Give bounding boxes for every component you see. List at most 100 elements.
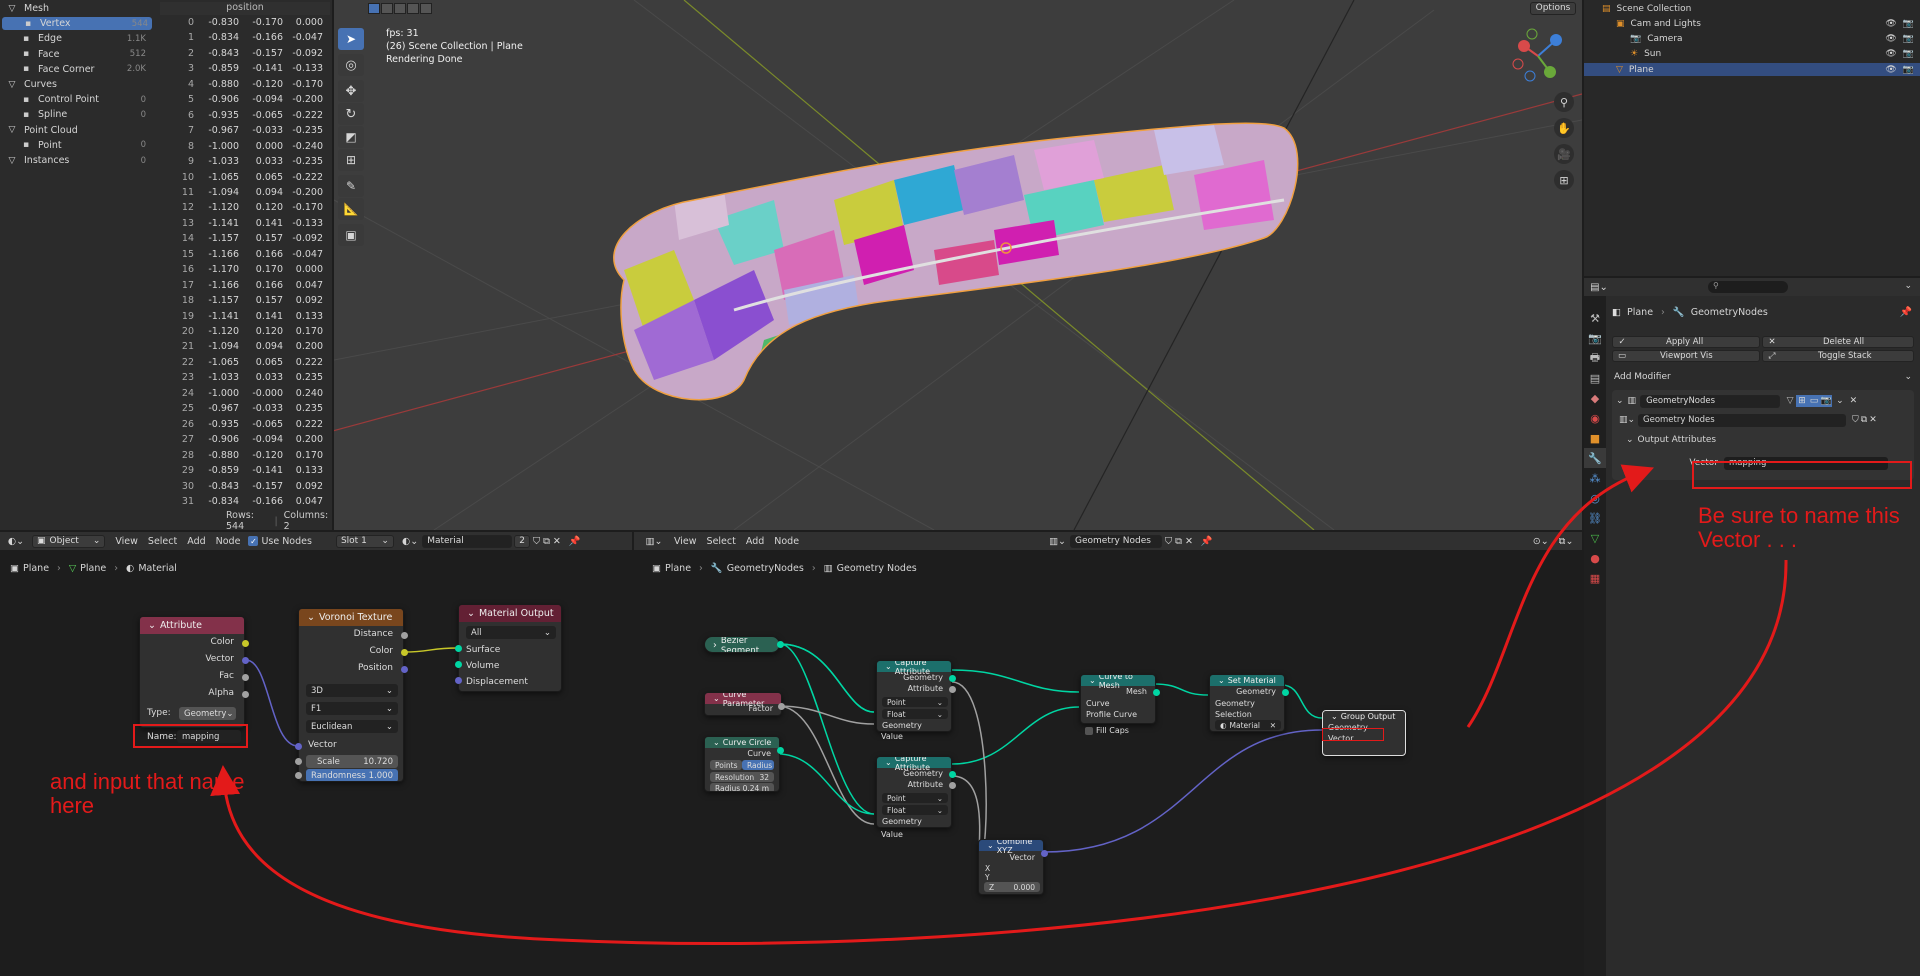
- socket-cap1-geo-out[interactable]: [949, 675, 956, 682]
- geometry-node-editor[interactable]: ▣ Plane › 🔧 GeometryNodes › ▥ Geometry N…: [634, 552, 1582, 976]
- close-icon[interactable]: ✕: [1270, 721, 1276, 730]
- spreadsheet-tree-item[interactable]: ▽ Mesh: [0, 2, 150, 15]
- node-menu[interactable]: Node: [216, 536, 241, 547]
- metric-dropdown[interactable]: Euclidean ⌄: [306, 720, 398, 733]
- visibility-eye-icon[interactable]: 👁: [1885, 19, 1896, 29]
- curve-circle-node[interactable]: ⌄ Curve Circle Curve Points Radius Resolu…: [704, 736, 780, 792]
- socket-color[interactable]: [242, 640, 249, 647]
- output-tab-icon[interactable]: 🖶: [1584, 348, 1606, 368]
- socket-surface[interactable]: [455, 645, 462, 652]
- viewport-vis-button[interactable]: ▭ Viewport Vis: [1612, 350, 1760, 362]
- socket-cap2-attr-out[interactable]: [949, 782, 956, 789]
- curve-parameter-node[interactable]: ⌄ Curve Parameter Factor: [704, 692, 782, 716]
- options-dropdown[interactable]: Options: [1530, 2, 1576, 15]
- points-mode-button[interactable]: Points: [710, 760, 742, 770]
- duplicate-icon[interactable]: ⧉: [1175, 536, 1182, 547]
- visibility-eye-icon[interactable]: 👁: [1885, 49, 1896, 59]
- world-tab-icon[interactable]: ◉: [1584, 408, 1606, 428]
- constraints-tab-icon[interactable]: ⛓: [1584, 508, 1606, 528]
- render-tab-icon[interactable]: 📷: [1584, 328, 1606, 348]
- resolution-field[interactable]: Resolution 32: [710, 772, 774, 782]
- render-toggle-icon[interactable]: 📷: [1820, 395, 1833, 407]
- data-type-dropdown[interactable]: Float ⌄: [882, 805, 948, 815]
- output-attributes-subpanel[interactable]: ⌄ Output Attributes: [1626, 435, 1716, 445]
- set-material-node[interactable]: ⌄ Set Material Geometry Geometry Selectio…: [1209, 674, 1285, 732]
- data-type-dropdown[interactable]: Float ⌄: [882, 709, 948, 719]
- socket-volume[interactable]: [455, 661, 462, 668]
- zoom-icon[interactable]: ⚲: [1554, 92, 1574, 112]
- navigation-gizmo[interactable]: [1510, 28, 1566, 84]
- render-visibility-icon[interactable]: 📷: [1903, 65, 1914, 75]
- radius-mode-button[interactable]: Radius: [742, 760, 774, 770]
- view-menu[interactable]: View: [115, 536, 138, 547]
- object-mode-dropdown[interactable]: ▣ Object ⌄: [32, 534, 106, 548]
- fake-user-icon[interactable]: ⛉: [1165, 536, 1172, 547]
- material-field[interactable]: ◐ Material ✕: [1215, 720, 1281, 730]
- socket-scale[interactable]: [295, 758, 302, 765]
- socket-displacement[interactable]: [455, 677, 462, 684]
- unlink-icon[interactable]: ✕: [553, 536, 561, 547]
- edit-mode-toggle-icon[interactable]: ▽: [1784, 395, 1796, 407]
- remove-modifier-icon[interactable]: ✕: [1850, 396, 1858, 406]
- socket-randomness[interactable]: [295, 772, 302, 779]
- annotate-tool-icon[interactable]: ✎: [338, 175, 364, 197]
- modifier-tab-icon[interactable]: 🔧: [1584, 448, 1606, 468]
- fake-user-icon[interactable]: ⛉: [1852, 415, 1859, 425]
- render-visibility-icon[interactable]: 📷: [1903, 19, 1914, 29]
- column-header-position[interactable]: position: [160, 2, 330, 15]
- socket-cap2-geo-out[interactable]: [949, 771, 956, 778]
- 3d-viewport[interactable]: fps: 31 (26) Scene Collection | Plane Re…: [334, 0, 1582, 530]
- material-browse-icon[interactable]: ◐⌄: [402, 536, 418, 547]
- add-menu[interactable]: Add: [746, 536, 764, 547]
- use-nodes-checkbox[interactable]: ✓ Use Nodes: [248, 536, 312, 547]
- socket-cap1-attr-out[interactable]: [949, 686, 956, 693]
- select-menu[interactable]: Select: [148, 536, 177, 547]
- socket-mesh-out[interactable]: [1153, 689, 1160, 696]
- unlink-icon[interactable]: ✕: [1869, 415, 1877, 425]
- slot-dropdown[interactable]: Slot 1 ⌄: [335, 534, 394, 548]
- move-tool-icon[interactable]: ✥: [338, 80, 364, 102]
- dimensions-dropdown[interactable]: 3D ⌄: [306, 684, 398, 697]
- z-field[interactable]: Z 0.000: [984, 882, 1040, 892]
- select-intersect-icon[interactable]: [420, 2, 432, 14]
- node-menu[interactable]: Node: [774, 536, 799, 547]
- capture-attribute-node-2[interactable]: ⌄ Capture Attribute Geometry Attribute Po…: [876, 756, 952, 828]
- texture-tab-icon[interactable]: ▦: [1584, 568, 1606, 588]
- snap-icon[interactable]: ⧉⌄: [1559, 536, 1574, 547]
- duplicate-icon[interactable]: ⧉: [1861, 415, 1867, 425]
- perspective-grid-icon[interactable]: ⊞: [1554, 170, 1574, 190]
- select-invert-icon[interactable]: [407, 2, 419, 14]
- node-group-selector[interactable]: ▥⌄ Geometry Nodes ⛉ ⧉ ✕: [1616, 413, 1910, 427]
- outliner-item[interactable]: 📷 Camera 👁 📷: [1584, 33, 1920, 46]
- material-output-node[interactable]: ⌄ Material Output All ⌄ Surface Volume Dis…: [458, 604, 562, 692]
- node-tree-browse-icon[interactable]: ▥⌄: [1049, 536, 1066, 547]
- socket-combine-out[interactable]: [1041, 850, 1048, 857]
- socket-distance[interactable]: [401, 632, 408, 639]
- scale-tool-icon[interactable]: ◩: [338, 126, 364, 148]
- material-users-count[interactable]: 2: [514, 534, 530, 548]
- fake-user-icon[interactable]: ⛉: [533, 536, 540, 547]
- select-menu[interactable]: Select: [707, 536, 736, 547]
- scale-field[interactable]: Scale 10.720: [306, 755, 398, 768]
- view-menu[interactable]: View: [674, 536, 697, 547]
- duplicate-icon[interactable]: ⧉: [543, 536, 550, 547]
- camera-view-icon[interactable]: 🎥: [1554, 144, 1574, 164]
- socket-factor[interactable]: [778, 703, 785, 710]
- fill-caps-checkbox[interactable]: Fill Caps: [1085, 726, 1129, 735]
- domain-dropdown[interactable]: Point ⌄: [882, 793, 948, 803]
- toggle-stack-button[interactable]: ⤢ Toggle Stack: [1762, 350, 1914, 362]
- domain-dropdown[interactable]: Point ⌄: [882, 697, 948, 707]
- measure-tool-icon[interactable]: 📐: [338, 198, 364, 220]
- particles-tab-icon[interactable]: ⁂: [1584, 468, 1606, 488]
- select-subtract-icon[interactable]: [394, 2, 406, 14]
- outliner-item[interactable]: ☀ Sun 👁 📷: [1584, 48, 1920, 61]
- view-layer-tab-icon[interactable]: ▤: [1584, 368, 1606, 388]
- combine-xyz-node[interactable]: ⌄ Combine XYZ Vector X Y Z 0.000: [978, 839, 1044, 895]
- cage-toggle-icon[interactable]: ⊞: [1796, 395, 1809, 407]
- bezier-segment-node[interactable]: › Bezier Segment: [704, 636, 780, 653]
- outliner-item[interactable]: ▽ Plane 👁 📷: [1584, 63, 1920, 77]
- material-tab-icon[interactable]: ●: [1584, 548, 1606, 568]
- node-tree-name-field[interactable]: Geometry Nodes: [1070, 534, 1162, 548]
- visibility-eye-icon[interactable]: 👁: [1885, 34, 1896, 44]
- editor-type-icon[interactable]: ▤⌄: [1590, 282, 1608, 293]
